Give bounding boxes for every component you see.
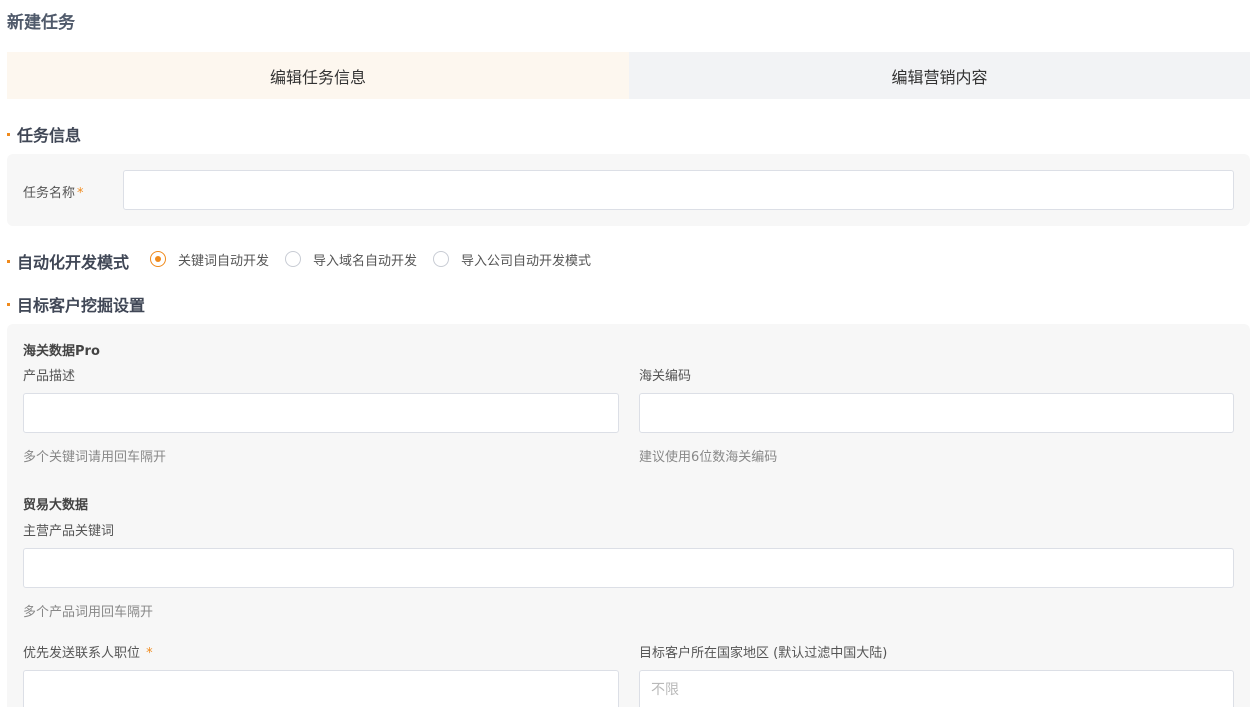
target-country-label: 目标客户所在国家地区 (默认过滤中国大陆) xyxy=(639,646,888,661)
main-product-keywords-label: 主营产品关键词 xyxy=(23,524,115,539)
trade-data-title: 贸易大数据 xyxy=(23,498,89,513)
required-mark: * xyxy=(77,186,84,201)
radio-circle-icon xyxy=(285,251,302,267)
radio-import-company-auto[interactable]: 导入公司自动开发模式 xyxy=(433,250,591,269)
main-product-keywords-input[interactable] xyxy=(23,548,1234,588)
section-marker xyxy=(7,259,10,263)
section-title-dev-mode: 自动化开发模式 xyxy=(7,249,129,273)
section-title-task-info: 任务信息 xyxy=(7,122,81,146)
section-title-text: 任务信息 xyxy=(17,126,82,145)
product-desc-input[interactable] xyxy=(23,393,619,433)
radio-circle-icon xyxy=(150,251,166,267)
product-desc-label: 产品描述 xyxy=(23,369,76,384)
tab-edit-marketing-content[interactable]: 编辑营销内容 xyxy=(629,52,1250,99)
target-country-select[interactable] xyxy=(639,670,1234,707)
tab-edit-task-info[interactable]: 编辑任务信息 xyxy=(7,52,629,99)
page-title: 新建任务 xyxy=(7,13,75,33)
section-title-target-customer: 目标客户挖掘设置 xyxy=(7,292,145,316)
section-title-text: 自动化开发模式 xyxy=(17,253,130,272)
product-desc-hint: 多个关键词请用回车隔开 xyxy=(23,450,167,465)
task-info-panel: 任务名称 * xyxy=(7,154,1250,226)
radio-circle-icon xyxy=(433,251,450,267)
customs-data-title: 海关数据Pro xyxy=(23,344,100,359)
radio-import-domain-auto[interactable]: 导入域名自动开发 xyxy=(285,250,417,269)
target-customer-panel: 海关数据Pro 产品描述 多个关键词请用回车隔开 海关编码 建议使用6位数海关编… xyxy=(7,324,1250,707)
task-name-label: 任务名称 * xyxy=(23,182,84,201)
main-product-keywords-hint: 多个产品词用回车隔开 xyxy=(23,605,154,620)
required-mark: * xyxy=(146,646,153,661)
contact-position-label: 优先发送联系人职位 * xyxy=(23,642,153,661)
hs-code-input[interactable] xyxy=(639,393,1234,433)
task-name-label-text: 任务名称 xyxy=(23,186,76,201)
hs-code-label: 海关编码 xyxy=(639,369,692,384)
contact-position-label-text: 优先发送联系人职位 xyxy=(23,646,141,661)
hs-code-hint: 建议使用6位数海关编码 xyxy=(639,450,778,465)
contact-position-input[interactable] xyxy=(23,670,619,707)
radio-label: 导入域名自动开发 xyxy=(313,253,418,269)
section-marker xyxy=(7,132,10,136)
radio-label: 导入公司自动开发模式 xyxy=(461,253,592,269)
tab-bar: 编辑任务信息 编辑营销内容 xyxy=(7,52,1250,99)
dev-mode-radio-group: 关键词自动开发 导入域名自动开发 导入公司自动开发模式 xyxy=(150,249,607,269)
section-marker xyxy=(7,302,10,306)
radio-label: 关键词自动开发 xyxy=(178,253,270,269)
section-title-text: 目标客户挖掘设置 xyxy=(17,296,146,315)
radio-keyword-auto[interactable]: 关键词自动开发 xyxy=(150,250,269,269)
task-name-input[interactable] xyxy=(123,170,1234,210)
